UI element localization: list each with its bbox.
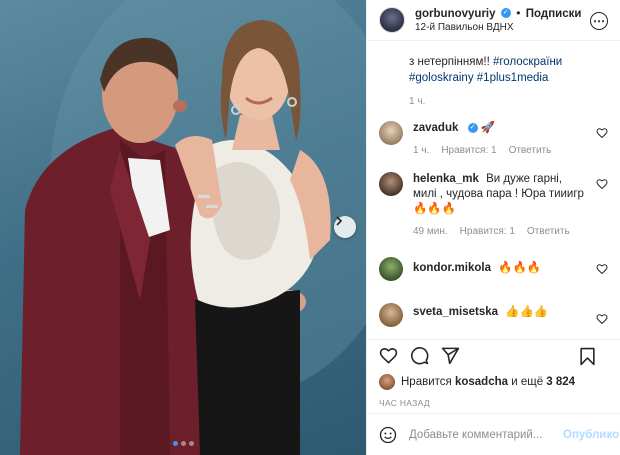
like-button[interactable] [379,346,398,365]
more-icon: ⋯ [593,14,605,28]
carousel-dot [172,441,178,446]
verified-icon: ✓ [467,122,478,133]
avatar[interactable] [379,303,403,327]
hashtag-link[interactable]: #1plus1media [477,72,549,84]
post-actions-bar [367,339,620,371]
comment-body: zavaduk ✓ 🚀 1 ч. Нравится: 1 Ответить [413,121,608,158]
carousel-next-button[interactable] [334,216,356,238]
emoji-picker-button[interactable] [379,426,397,444]
header-separator: • [516,5,521,20]
comment-item: sveta_misetska 👍👍👍 [379,303,608,327]
comment-time: 49 мин. [413,226,448,237]
comment-meta: 1 ч. Нравится: 1 Ответить [413,143,588,158]
comment-username[interactable]: helenka_mk [413,173,479,185]
comment-text: 🔥🔥🔥 [498,262,542,274]
comments-list: з нетерпінням!! #голоскраїни #goloskrain… [367,41,620,339]
comment-item: helenka_mk Ви дуже гарні, милі , чудова … [379,172,608,239]
post-header: gorbunovyuriy ✓ • Подписки 12-й Павильон… [367,0,620,41]
like-comment-heart-icon[interactable] [596,263,608,275]
hashtag-link[interactable]: #goloskrainy [409,72,474,84]
instagram-post: gorbunovyuriy ✓ • Подписки 12-й Павильон… [0,0,620,455]
reply-button[interactable]: Ответить [509,143,552,158]
share-button[interactable] [441,346,460,365]
liker-username[interactable]: kosadcha [455,376,508,388]
comment-button[interactable] [410,346,429,365]
header-text: gorbunovyuriy ✓ • Подписки 12-й Павильон… [415,6,610,35]
carousel-dot [180,441,186,446]
chevron-right-icon [336,216,343,226]
carousel-dot [188,441,194,446]
author-username[interactable]: gorbunovyuriy [415,8,496,20]
like-comment-heart-icon[interactable] [596,313,608,325]
post-photo[interactable] [0,0,366,455]
add-comment-bar: Опубликовать [367,413,620,455]
comment-body: kondor.mikola 🔥🔥🔥 [413,257,608,281]
avatar[interactable] [379,172,403,196]
comment-text: 👍👍👍 [505,306,549,318]
post-timestamp[interactable]: ЧАС НАЗАД [367,393,620,413]
comment-body: helenka_mk Ви дуже гарні, милі , чудова … [413,172,608,239]
caption-time: 1 ч. [409,96,426,107]
more-options-button[interactable]: ⋯ [590,12,608,30]
save-button[interactable] [579,347,596,366]
likes-middle: и ещё [511,376,544,388]
hashtag-link[interactable]: #голоскраїни [493,56,562,68]
comment-username[interactable]: zavaduk [413,122,458,134]
likes-prefix: Нравится [401,376,452,388]
avatar[interactable] [379,257,403,281]
comment-likes[interactable]: Нравится: 1 [441,143,496,158]
post-side-panel: gorbunovyuriy ✓ • Подписки 12-й Павильон… [366,0,620,455]
comment-text: 🚀 [480,122,496,134]
carousel-dots [0,441,366,446]
comment-item: zavaduk ✓ 🚀 1 ч. Нравится: 1 Ответить [379,121,608,158]
comment-likes[interactable]: Нравится: 1 [460,224,515,239]
post-caption: з нетерпінням!! #голоскраїни #goloskrain… [379,54,608,86]
share-icon [441,347,460,365]
scroll-fade [367,329,620,339]
reply-button[interactable]: Ответить [527,224,570,239]
comment-username[interactable]: sveta_misetska [413,306,498,318]
likes-summary: Нравится kosadcha и ещё 3 824 [367,371,620,393]
comment-icon [411,347,429,365]
comment-username[interactable]: kondor.mikola [413,262,491,274]
comment-time: 1 ч. [413,145,430,156]
bookmark-icon [580,347,595,366]
comment-body: sveta_misetska 👍👍👍 [413,303,608,327]
comment-input[interactable] [409,428,563,441]
avatar[interactable] [379,121,403,145]
publish-button[interactable]: Опубликовать [563,429,620,441]
follow-button[interactable]: Подписки [526,8,582,20]
likes-count[interactable]: 3 824 [546,376,575,388]
emoji-icon [379,426,397,443]
location-link[interactable]: 12-й Павильон ВДНХ [415,21,610,35]
caption-text: з нетерпінням!! [409,56,493,68]
like-comment-heart-icon[interactable] [596,127,608,139]
couple-photo-illustration [20,0,366,455]
heart-icon [379,347,398,364]
like-comment-heart-icon[interactable] [596,178,608,190]
avatar[interactable] [379,7,405,33]
verified-icon: ✓ [500,8,511,19]
comment-meta: 49 мин. Нравится: 1 Ответить [413,224,588,239]
avatar[interactable] [379,374,395,390]
comment-item: kondor.mikola 🔥🔥🔥 [379,257,608,281]
